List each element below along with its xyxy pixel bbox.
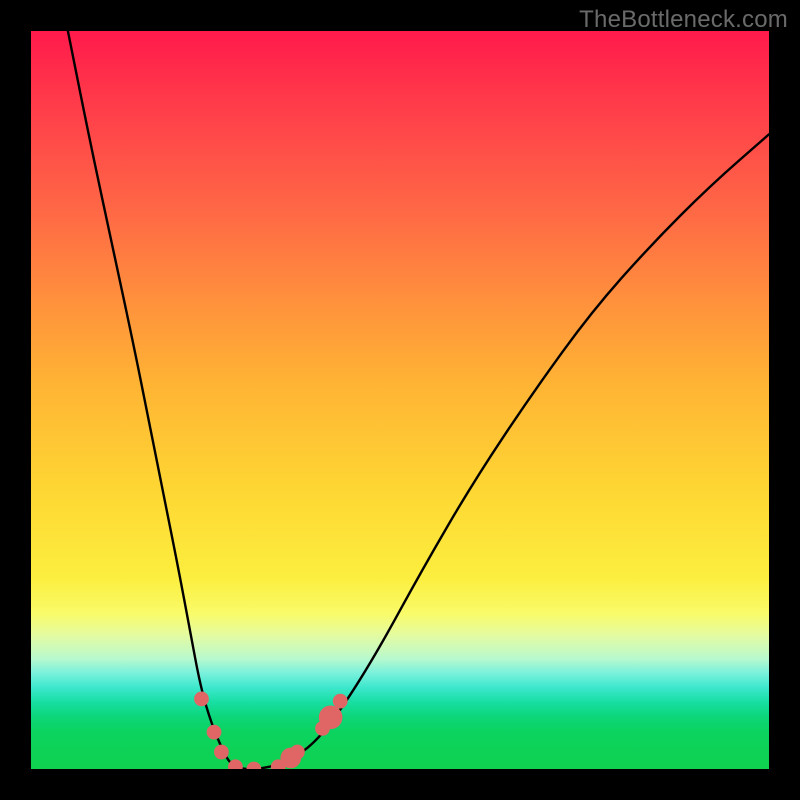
chart-marker bbox=[319, 706, 343, 730]
chart-marker bbox=[333, 694, 348, 709]
chart-marker bbox=[214, 745, 229, 760]
chart-markers bbox=[194, 692, 348, 769]
chart-marker bbox=[194, 692, 209, 707]
chart-marker bbox=[247, 762, 262, 769]
chart-marker bbox=[207, 725, 222, 740]
watermark-text: TheBottleneck.com bbox=[579, 6, 788, 34]
chart-overlay-svg bbox=[31, 31, 769, 769]
chart-plot-area bbox=[31, 31, 769, 769]
chart-curve bbox=[68, 31, 769, 769]
chart-frame: TheBottleneck.com bbox=[0, 0, 800, 800]
chart-marker bbox=[290, 745, 305, 760]
